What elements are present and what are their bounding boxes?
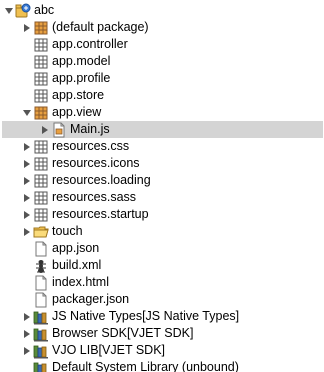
ant-file-icon: [33, 258, 49, 274]
chevron-right-icon[interactable]: [21, 342, 33, 359]
tree-row-default-system-library[interactable]: Default System Library (unbound): [0, 359, 324, 372]
package-icon: [33, 37, 49, 53]
package-icon: [33, 207, 49, 223]
package-folder-icon: [33, 105, 49, 121]
tree-row-index-html[interactable]: index.html: [0, 274, 324, 291]
package-icon: [33, 190, 49, 206]
tree-label: Browser SDK[VJET SDK]: [52, 326, 194, 340]
tree-row-touch[interactable]: touch: [0, 223, 324, 240]
tree-row-resources-startup[interactable]: resources.startup: [0, 206, 324, 223]
tree-row-resources-loading[interactable]: resources.loading: [0, 172, 324, 189]
tree-row-resources-sass[interactable]: resources.sass: [0, 189, 324, 206]
chevron-right-icon[interactable]: [21, 206, 33, 223]
tree-label: app.json: [52, 241, 100, 255]
chevron-right-icon[interactable]: [21, 189, 33, 206]
file-icon: [33, 292, 49, 308]
project-explorer-tree: abc (default package) app.controller app…: [0, 0, 324, 372]
chevron-down-icon[interactable]: [21, 104, 33, 121]
package-icon: [33, 71, 49, 87]
file-icon: [33, 241, 49, 257]
tree-row-resources-css[interactable]: resources.css: [0, 138, 324, 155]
tree-row-packager-json[interactable]: packager.json: [0, 291, 324, 308]
tree-label: index.html: [52, 275, 109, 289]
tree-label: build.xml: [52, 258, 102, 272]
tree-label: app.profile: [52, 71, 111, 85]
tree-label: VJO LIB[VJET SDK]: [52, 343, 166, 357]
tree-row-app-store[interactable]: app.store: [0, 87, 324, 104]
tree-label: Main.js: [70, 122, 110, 136]
tree-row-app-profile[interactable]: app.profile: [0, 70, 324, 87]
tree-row-build-xml[interactable]: build.xml: [0, 257, 324, 274]
chevron-right-icon[interactable]: [21, 308, 33, 325]
tree-label: packager.json: [52, 292, 130, 306]
package-icon: [33, 88, 49, 104]
package-icon: [33, 139, 49, 155]
tree-row-resources-icons[interactable]: resources.icons: [0, 155, 324, 172]
tree-row-app-view[interactable]: app.view: [0, 104, 324, 121]
package-icon: [33, 173, 49, 189]
js-file-icon: [51, 122, 67, 138]
tree-row-js-native-types[interactable]: JS Native Types[JS Native Types]: [0, 308, 324, 325]
chevron-right-icon[interactable]: [21, 138, 33, 155]
tree-row-app-json[interactable]: app.json: [0, 240, 324, 257]
tree-label: (default package): [52, 20, 149, 34]
package-icon: [33, 156, 49, 172]
tree-label: resources.loading: [52, 173, 151, 187]
tree-row-default-package[interactable]: (default package): [0, 19, 324, 36]
js-project-icon: [15, 3, 31, 19]
library-icon: [33, 326, 49, 342]
chevron-down-icon[interactable]: [3, 2, 15, 19]
chevron-right-icon[interactable]: [39, 121, 51, 138]
library-icon: [33, 343, 49, 359]
folder-icon: [33, 224, 49, 240]
chevron-right-icon[interactable]: [21, 172, 33, 189]
tree-row-main-js[interactable]: Main.js: [2, 121, 323, 138]
chevron-right-icon[interactable]: [21, 19, 33, 36]
package-icon: [33, 54, 49, 70]
tree-label: resources.sass: [52, 190, 137, 204]
tree-row-app-controller[interactable]: app.controller: [0, 36, 324, 53]
tree-label: app.store: [52, 88, 105, 102]
tree-row-vjo-lib[interactable]: VJO LIB[VJET SDK]: [0, 342, 324, 359]
tree-label: app.controller: [52, 37, 128, 51]
tree-label: resources.startup: [52, 207, 149, 221]
package-folder-icon: [33, 20, 49, 36]
tree-label: abc: [34, 3, 55, 17]
tree-row-project-abc[interactable]: abc: [0, 2, 324, 19]
file-icon: [33, 275, 49, 291]
chevron-right-icon[interactable]: [21, 223, 33, 240]
chevron-right-icon[interactable]: [21, 155, 33, 172]
tree-label: resources.css: [52, 139, 130, 153]
tree-row-app-model[interactable]: app.model: [0, 53, 324, 70]
tree-label: app.model: [52, 54, 111, 68]
library-icon: [33, 360, 49, 372]
library-icon: [33, 309, 49, 325]
tree-label: app.view: [52, 105, 102, 119]
tree-row-browser-sdk[interactable]: Browser SDK[VJET SDK]: [0, 325, 324, 342]
tree-label: JS Native Types[JS Native Types]: [52, 309, 240, 323]
tree-label: resources.icons: [52, 156, 140, 170]
chevron-right-icon[interactable]: [21, 325, 33, 342]
tree-label: touch: [52, 224, 83, 238]
tree-label: Default System Library (unbound): [52, 360, 239, 372]
